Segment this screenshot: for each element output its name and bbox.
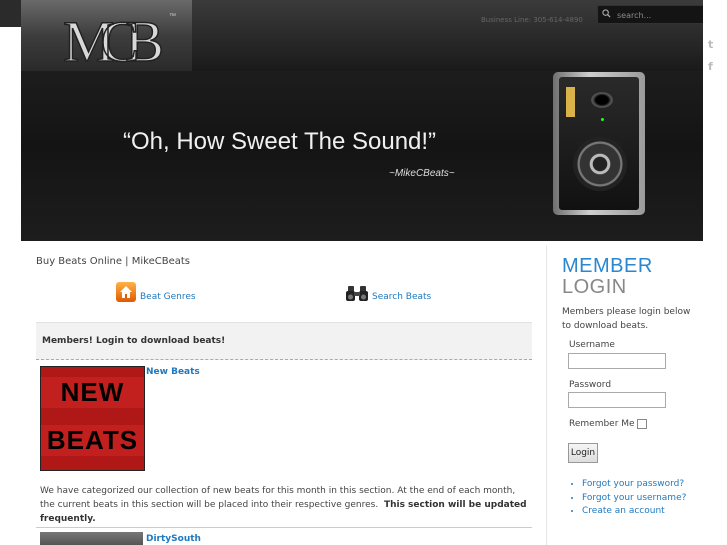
username-label: Username <box>569 340 615 350</box>
password-field[interactable] <box>568 392 666 408</box>
account-links: Forgot your password? Forgot your userna… <box>570 478 686 519</box>
page-gutter-right <box>703 0 727 545</box>
remember-me-checkbox[interactable] <box>636 419 647 429</box>
logo-mark: MCB ™ <box>62 8 176 68</box>
username-field[interactable] <box>568 353 666 369</box>
search-beats-link[interactable]: Search Beats <box>372 292 431 302</box>
breadcrumb: Buy Beats Online | MikeCBeats <box>36 256 190 267</box>
page-gutter-left <box>0 0 21 545</box>
business-line: Business Line: 305-614-4890 <box>481 16 583 24</box>
svg-text:™: ™ <box>169 13 176 20</box>
sidebar-divider <box>546 246 547 545</box>
home-icon <box>116 282 136 302</box>
remember-me[interactable]: Remember Me <box>569 419 647 429</box>
thumbnail-text-new: NEW <box>41 377 144 408</box>
forgot-username-link[interactable]: Forgot your username? <box>582 493 686 503</box>
member-title-line1: MEMBER <box>562 255 653 277</box>
password-label: Password <box>569 380 612 390</box>
dirtysouth-thumbnail[interactable] <box>40 532 143 545</box>
forgot-password-link[interactable]: Forgot your password? <box>582 479 684 489</box>
member-login-title: MEMBER LOGIN <box>562 256 653 298</box>
nav-search-beats[interactable]: Search Beats <box>346 284 431 302</box>
remember-me-label: Remember Me <box>569 419 635 429</box>
thumbnail-text-beats: BEATS <box>41 425 144 456</box>
new-beats-thumbnail[interactable]: NEW BEATS <box>40 366 145 471</box>
twitter-icon[interactable]: t <box>708 38 713 51</box>
create-account-link[interactable]: Create an account <box>582 506 665 516</box>
logo-text: MCB <box>63 9 161 68</box>
site-logo[interactable]: MCB ™ <box>21 0 192 71</box>
members-notice: Members! Login to download beats! <box>36 322 532 360</box>
login-button[interactable]: Login <box>568 443 598 463</box>
header-band <box>192 27 703 71</box>
facebook-icon[interactable]: f <box>708 60 713 73</box>
section-description: We have categorized our collection of ne… <box>40 484 530 526</box>
dirtysouth-link[interactable]: DirtySouth <box>146 534 201 544</box>
search-box[interactable] <box>597 5 720 24</box>
binoculars-icon <box>346 286 368 301</box>
login-intro: Members please login below to download b… <box>562 307 691 331</box>
beat-genres-link[interactable]: Beat Genres <box>140 292 196 302</box>
speaker-image <box>553 72 645 215</box>
nav-beat-genres[interactable]: Beat Genres <box>116 282 196 302</box>
search-icon <box>602 9 611 18</box>
signature: ~MikeCBeats~ <box>389 168 455 179</box>
entry-divider <box>36 527 532 528</box>
member-title-line2: LOGIN <box>562 276 627 298</box>
notice-text: Members! Login to download beats! <box>42 336 226 346</box>
slogan: “Oh, How Sweet The Sound!” <box>123 128 437 155</box>
new-beats-link[interactable]: New Beats <box>146 367 200 377</box>
